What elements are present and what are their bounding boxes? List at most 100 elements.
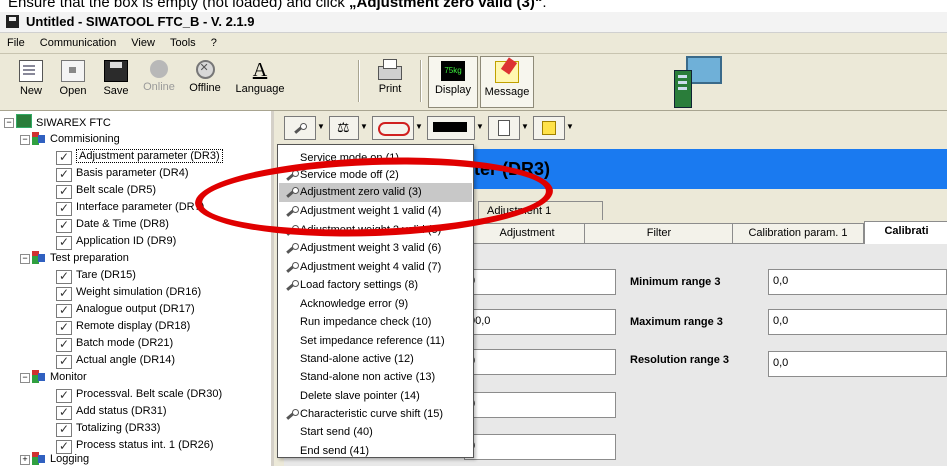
menu-item[interactable]: Load factory settings (8) bbox=[279, 276, 472, 295]
print-button[interactable]: Print bbox=[370, 56, 410, 106]
tree-item[interactable]: ✓ Date & Time (DR8) bbox=[56, 216, 169, 233]
tree-group-logging[interactable]: + Logging bbox=[20, 451, 89, 466]
menu-item[interactable]: End send (41) bbox=[279, 442, 472, 461]
left-value-field[interactable]: 0 bbox=[464, 349, 616, 375]
chevron-down-icon[interactable]: ▼ bbox=[359, 116, 369, 138]
belt-commands-button[interactable] bbox=[372, 116, 414, 140]
collapse-icon[interactable]: − bbox=[20, 135, 30, 145]
tree-group-commisioning[interactable]: − Commisioning bbox=[20, 131, 120, 148]
chevron-down-icon[interactable]: ▼ bbox=[316, 116, 326, 138]
offline-button[interactable]: Offline bbox=[184, 56, 226, 106]
menu-item-label: End send (41) bbox=[300, 445, 370, 457]
tree-item[interactable]: ✓ Analogue output (DR17) bbox=[56, 301, 195, 318]
collapse-icon[interactable]: − bbox=[4, 118, 14, 128]
menu-item-label: Adjustment weight 4 valid (7) bbox=[300, 261, 442, 273]
expand-icon[interactable]: + bbox=[20, 455, 30, 465]
checkmark-icon: ✓ bbox=[56, 338, 72, 352]
tree-item[interactable]: ✓ Application ID (DR9) bbox=[56, 233, 176, 250]
resolution-range-3-field[interactable]: 0,0 bbox=[768, 351, 947, 377]
maximum-range-3-field[interactable]: 0,0 bbox=[768, 309, 947, 335]
save-label: Save bbox=[103, 85, 129, 97]
menu-item[interactable]: Adjustment weight 4 valid (7) bbox=[279, 258, 472, 277]
menu-item-label: Adjustment weight 3 valid (6) bbox=[300, 242, 442, 254]
tree-item[interactable]: ✓ Tare (DR15) bbox=[56, 267, 136, 284]
tab-calibration-param-1[interactable]: Calibration param. 1 bbox=[732, 223, 864, 243]
left-value-field[interactable]: 0 bbox=[464, 434, 616, 460]
checkmark-icon: ✓ bbox=[56, 202, 72, 216]
open-button[interactable]: Open bbox=[54, 56, 92, 106]
menu-help[interactable]: ? bbox=[204, 33, 222, 49]
tree-root-label: SIWAREX FTC bbox=[36, 117, 111, 129]
menu-item[interactable]: Adjustment weight 3 valid (6) bbox=[279, 239, 472, 258]
tree-item[interactable]: ✓ Basis parameter (DR4) bbox=[56, 165, 188, 182]
tree-group-monitor[interactable]: − Monitor bbox=[20, 369, 87, 386]
service-commands-button[interactable] bbox=[284, 116, 316, 140]
field-value: 0,0 bbox=[773, 275, 789, 287]
new-button[interactable]: New bbox=[14, 56, 48, 106]
chevron-down-icon[interactable]: ▼ bbox=[520, 116, 530, 138]
tree-item[interactable]: ✓ Belt scale (DR5) bbox=[56, 182, 156, 199]
display-commands-button[interactable] bbox=[427, 116, 475, 140]
left-value-field[interactable]: 00,0 bbox=[464, 309, 616, 335]
tree-item[interactable]: ✓ Add status (DR31) bbox=[56, 403, 166, 420]
collapse-icon[interactable]: − bbox=[20, 373, 30, 383]
save-button[interactable]: Save bbox=[98, 56, 134, 106]
offline-label: Offline bbox=[189, 82, 221, 94]
tree-item[interactable]: ✓ Weight simulation (DR16) bbox=[56, 284, 201, 301]
chevron-down-icon[interactable]: ▼ bbox=[565, 116, 575, 138]
language-button[interactable]: A Language bbox=[230, 56, 290, 106]
menu-item[interactable]: Delete slave pointer (14) bbox=[279, 387, 472, 406]
tree-item-label: Date & Time (DR8) bbox=[76, 218, 169, 230]
tree-item-label: Process status int. 1 (DR26) bbox=[76, 439, 214, 451]
online-button[interactable]: Online bbox=[140, 56, 178, 106]
tab-calibration[interactable]: Calibrati bbox=[864, 221, 947, 244]
menu-item[interactable]: Run impedance check (10) bbox=[279, 313, 472, 332]
tree-root[interactable]: − SIWAREX FTC bbox=[4, 114, 111, 131]
toolbar-separator bbox=[358, 60, 360, 102]
menu-view[interactable]: View bbox=[124, 33, 160, 49]
menu-item[interactable]: Start send (40) bbox=[279, 423, 472, 442]
menu-item[interactable]: Stand-alone active (12) bbox=[279, 350, 472, 369]
tree-item[interactable]: ✓ Adjustment parameter (DR3) bbox=[56, 148, 223, 165]
left-value-field[interactable]: 0 bbox=[464, 269, 616, 295]
menu-item[interactable]: Stand-alone non active (13) bbox=[279, 368, 472, 387]
wrench-icon bbox=[293, 122, 307, 134]
minimum-range-3-field[interactable]: 0,0 bbox=[768, 269, 947, 295]
siwarex-logo-icon bbox=[674, 56, 722, 108]
menu-item[interactable]: Characteristic curve shift (15) bbox=[279, 405, 472, 424]
menu-item[interactable]: Acknowledge error (9) bbox=[279, 295, 472, 314]
menu-communication[interactable]: Communication bbox=[33, 33, 121, 49]
scale-commands-button[interactable]: ⚖ bbox=[329, 116, 359, 140]
menu-file[interactable]: File bbox=[0, 33, 30, 49]
checkmark-icon: ✓ bbox=[56, 219, 72, 233]
chevron-down-icon[interactable]: ▼ bbox=[414, 116, 424, 138]
menu-item-label: Characteristic curve shift (15) bbox=[300, 408, 444, 420]
checkmark-icon: ✓ bbox=[56, 287, 72, 301]
note-commands-button[interactable] bbox=[533, 116, 565, 140]
menu-item[interactable]: Set impedance reference (11) bbox=[279, 332, 472, 351]
tree-item[interactable]: ✓ Remote display (DR18) bbox=[56, 318, 190, 335]
chevron-down-icon[interactable]: ▼ bbox=[475, 116, 485, 138]
tree-group-label: Monitor bbox=[50, 371, 87, 383]
tree-item[interactable]: ✓ Batch mode (DR21) bbox=[56, 335, 173, 352]
menu-tools[interactable]: Tools bbox=[163, 33, 201, 49]
tree-item[interactable]: ✓ Processval. Belt scale (DR30) bbox=[56, 386, 222, 403]
tree-group-test-preparation[interactable]: − Test preparation bbox=[20, 250, 129, 267]
message-button[interactable]: Message bbox=[480, 56, 534, 108]
tree-item[interactable]: ✓ Totalizing (DR33) bbox=[56, 420, 160, 437]
tab-filter[interactable]: Filter bbox=[584, 223, 734, 243]
tab-adjustment[interactable]: Adjustment bbox=[468, 223, 586, 243]
caption-suffix: . bbox=[542, 0, 547, 11]
tree-item[interactable]: ✓ Interface parameter (DR7) bbox=[56, 199, 204, 216]
tree-item[interactable]: ✓ Actual angle (DR14) bbox=[56, 352, 175, 369]
checkmark-icon: ✓ bbox=[56, 423, 72, 437]
display-label: Display bbox=[434, 84, 472, 96]
tree-item-label: Belt scale (DR5) bbox=[76, 184, 157, 196]
left-value-field[interactable]: 0 bbox=[464, 392, 616, 418]
collapse-icon[interactable]: − bbox=[20, 254, 30, 264]
menu-item-label: Delete slave pointer (14) bbox=[300, 390, 420, 402]
document-commands-button[interactable] bbox=[488, 116, 520, 140]
checkmark-icon: ✓ bbox=[56, 270, 72, 284]
display-button[interactable]: 75kg Display bbox=[428, 56, 478, 108]
tree-item-label: Batch mode (DR21) bbox=[76, 337, 174, 349]
